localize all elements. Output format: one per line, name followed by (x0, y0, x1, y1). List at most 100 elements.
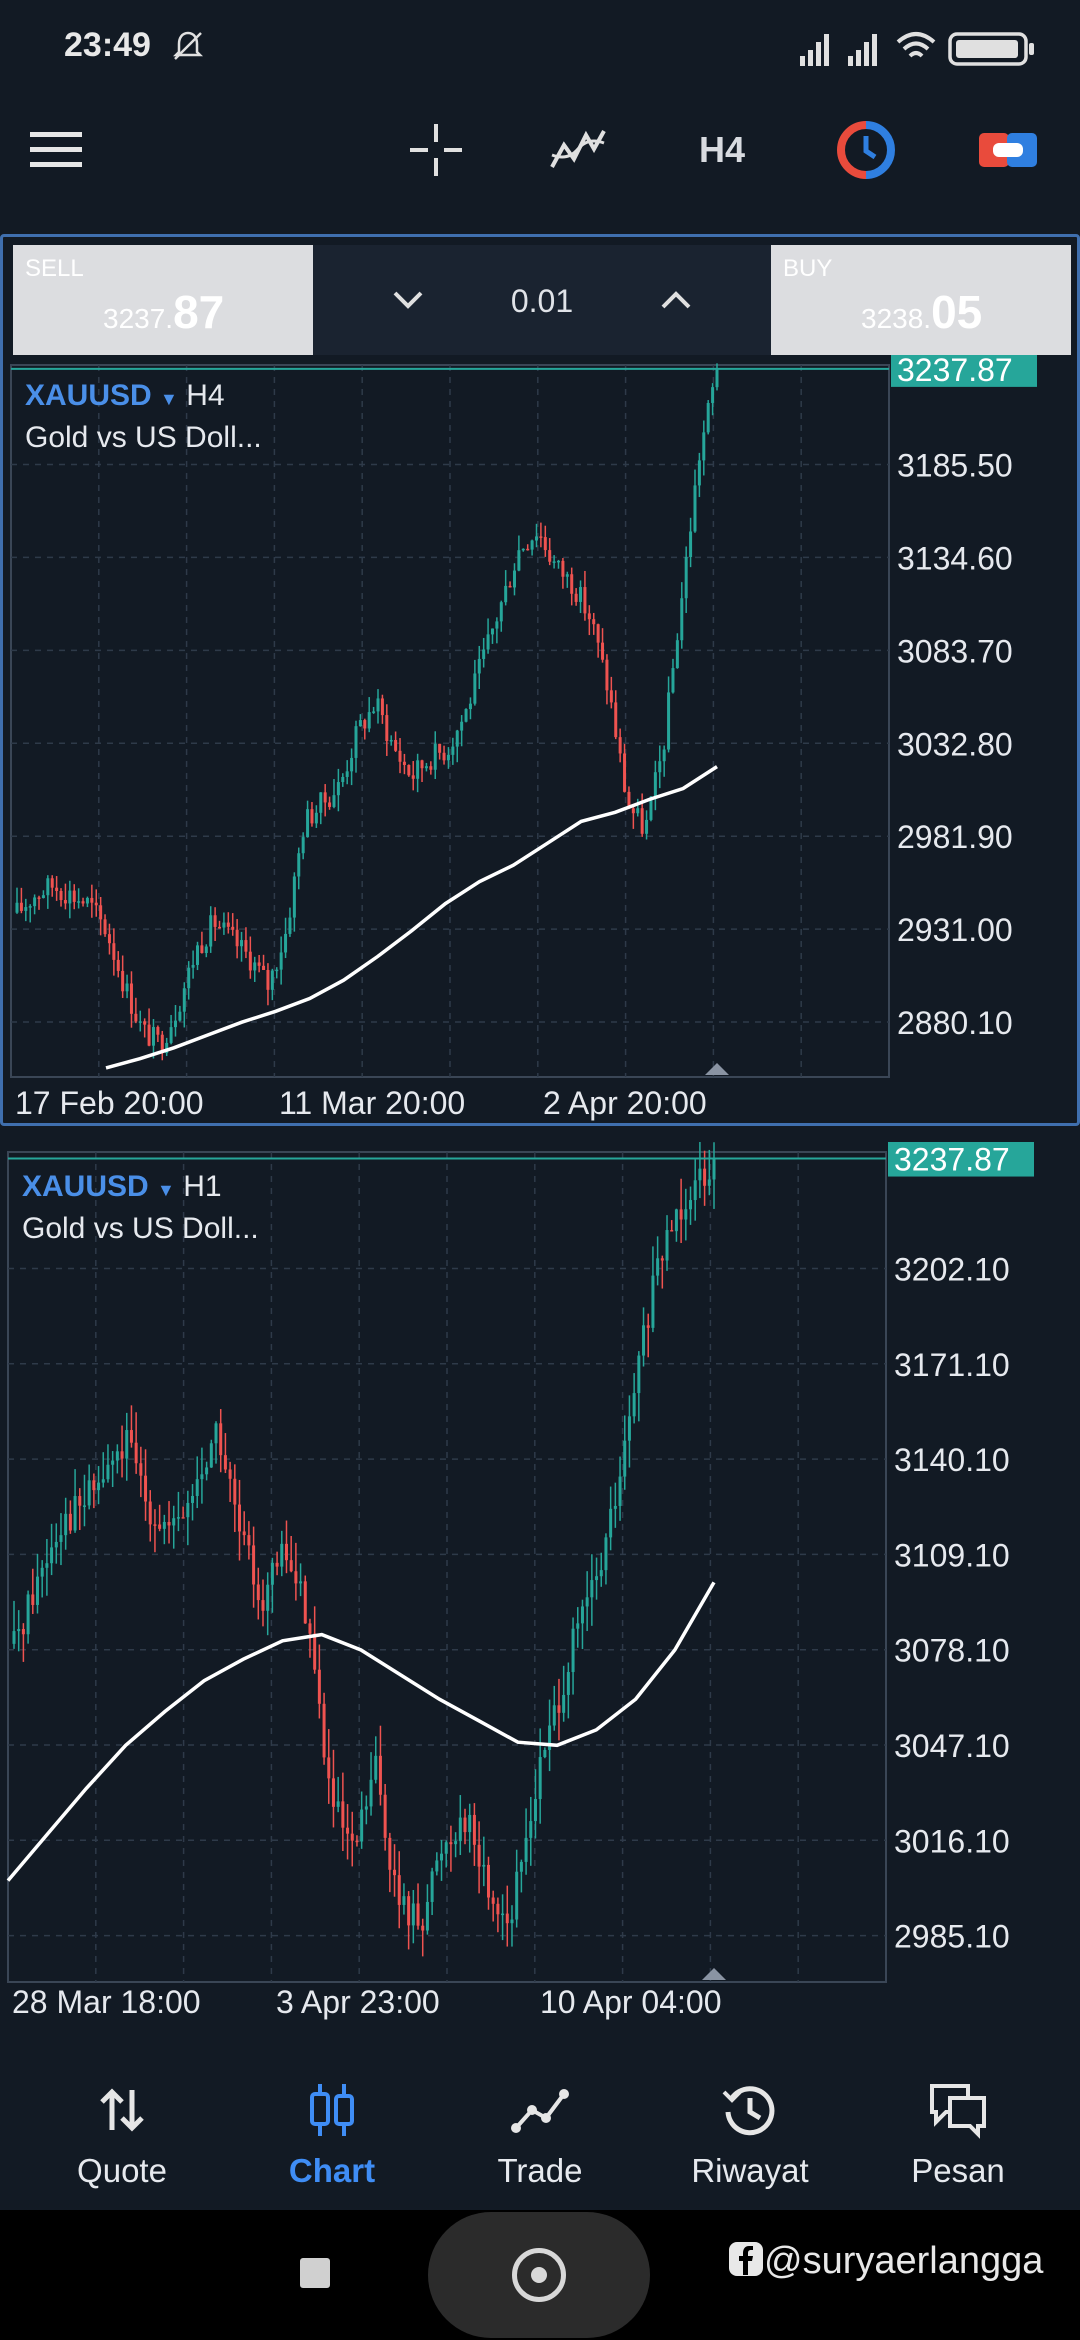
symbol-label-h4[interactable]: XAUUSD ▼ H4 (25, 379, 225, 413)
history-icon (722, 2086, 775, 2136)
price-tick-label: 2985.10 (894, 1919, 1010, 1955)
candle-body (26, 1594, 30, 1635)
candle-body (613, 1505, 617, 1509)
candle-body (585, 1597, 589, 1607)
crosshair-button[interactable] (404, 118, 468, 182)
lot-selector: 0.01 (313, 245, 771, 355)
candle-body (125, 1430, 129, 1459)
candle-body (671, 668, 675, 693)
candle-body (636, 808, 640, 814)
candle-body (473, 673, 477, 704)
buy-button[interactable]: BUY 3238.05 (771, 245, 1071, 355)
recents-button[interactable] (300, 2258, 330, 2288)
status-time: 23:49 (64, 26, 151, 64)
quote-icon (100, 2088, 144, 2132)
candle-body (524, 1837, 528, 1862)
one-click-trade-button[interactable] (976, 118, 1040, 182)
candle-body (134, 1442, 138, 1464)
candle-body (449, 1842, 453, 1845)
candle-body (116, 959, 120, 971)
price-tick-label: 3185.50 (897, 447, 1013, 483)
candle-body (425, 1901, 429, 1931)
candle-body (548, 550, 552, 562)
candle-body (90, 897, 94, 903)
candle-body (430, 1871, 434, 1902)
candle-body (645, 819, 649, 834)
chart-h1-canvas[interactable]: 3202.10 3171.10 3140.10 3109.10 3078.10 3047.… (0, 1142, 1080, 2002)
time-label: 10 Apr 04:00 (540, 1984, 722, 2020)
nav-trade[interactable]: Trade (440, 2060, 640, 2210)
candle-body (350, 757, 354, 772)
nav-quote[interactable]: Quote (22, 2060, 222, 2210)
sell-price-big: 87 (173, 286, 225, 338)
candle-body (393, 1869, 397, 1876)
nav-chart[interactable]: Chart (232, 2060, 432, 2210)
candle-body (653, 772, 657, 797)
candle-body (331, 1778, 335, 1807)
candle-body (313, 1633, 317, 1670)
candle-body (440, 1853, 444, 1861)
candle-body (308, 1623, 312, 1634)
candle-body (605, 659, 609, 691)
candle-body (129, 983, 133, 1014)
candle-body (200, 1474, 204, 1480)
indicators-button[interactable] (546, 118, 610, 182)
candle-body (41, 895, 45, 898)
candle-body (12, 1631, 16, 1644)
candle-body (214, 1423, 218, 1444)
home-button[interactable] (428, 2212, 650, 2338)
candle-body (383, 1794, 387, 1838)
price-tick-label: 3032.80 (897, 726, 1013, 762)
price-tick-label: 2981.90 (897, 819, 1013, 855)
candle-body (336, 782, 340, 796)
candle-body (463, 1817, 467, 1833)
chart-panel-h1[interactable]: 3202.10 3171.10 3140.10 3109.10 3078.10 3047.… (0, 1142, 1080, 2020)
candle-body (515, 1871, 519, 1920)
candle-body (99, 905, 103, 920)
candle-body (662, 749, 666, 762)
candle-body (614, 702, 618, 738)
menu-button[interactable] (24, 118, 88, 182)
candle-body (534, 536, 538, 541)
candle-body (623, 753, 627, 792)
candle-body (354, 726, 358, 758)
candle-body (253, 962, 257, 971)
chart-panel-h4[interactable]: 3185.50 3134.60 3083.70 3032.80 2981.90 2931.… (0, 234, 1080, 1126)
candle-body (416, 760, 420, 779)
candle-body (590, 1580, 594, 1598)
candle-body (702, 432, 706, 461)
candle-body (374, 1755, 378, 1780)
time-label: 2 Apr 20:00 (543, 1085, 707, 1121)
candle-body (372, 711, 376, 713)
candle-body (557, 560, 561, 563)
nav-messages[interactable]: Pesan (858, 2060, 1058, 2210)
candle-body (266, 1584, 270, 1611)
clock-button[interactable] (834, 118, 898, 182)
wifi-icon (896, 32, 936, 58)
lot-increase-button[interactable] (649, 273, 703, 327)
candle-body (248, 951, 252, 971)
sell-button[interactable]: SELL 3237.87 (13, 245, 313, 355)
timeframe-button[interactable]: H4 (690, 118, 754, 182)
candle-body (148, 1501, 152, 1525)
candle-body (332, 795, 336, 807)
candle-body (435, 1860, 439, 1872)
candle-body (477, 658, 481, 674)
candle-body (421, 1925, 425, 1931)
candle-body (579, 587, 583, 602)
candle-body (388, 1837, 392, 1870)
candle-body (499, 602, 503, 622)
nav-history[interactable]: Riwayat (650, 2060, 850, 2210)
chart-shift-marker (705, 1063, 729, 1075)
candle-body (552, 561, 556, 563)
symbol-label-h1[interactable]: XAUUSD ▼ H1 (22, 1170, 222, 1204)
candle-body (257, 962, 261, 966)
candle-body (472, 1814, 476, 1845)
candle-body (167, 1521, 171, 1526)
candle-body (328, 802, 332, 807)
dropdown-triangle-icon: ▼ (157, 1180, 175, 1200)
candle-body (187, 967, 191, 989)
candle-body (153, 1524, 157, 1526)
candle-body (482, 649, 486, 659)
chart-h4-canvas[interactable]: 3185.50 3134.60 3083.70 3032.80 2981.90 2931.… (3, 237, 1077, 1123)
